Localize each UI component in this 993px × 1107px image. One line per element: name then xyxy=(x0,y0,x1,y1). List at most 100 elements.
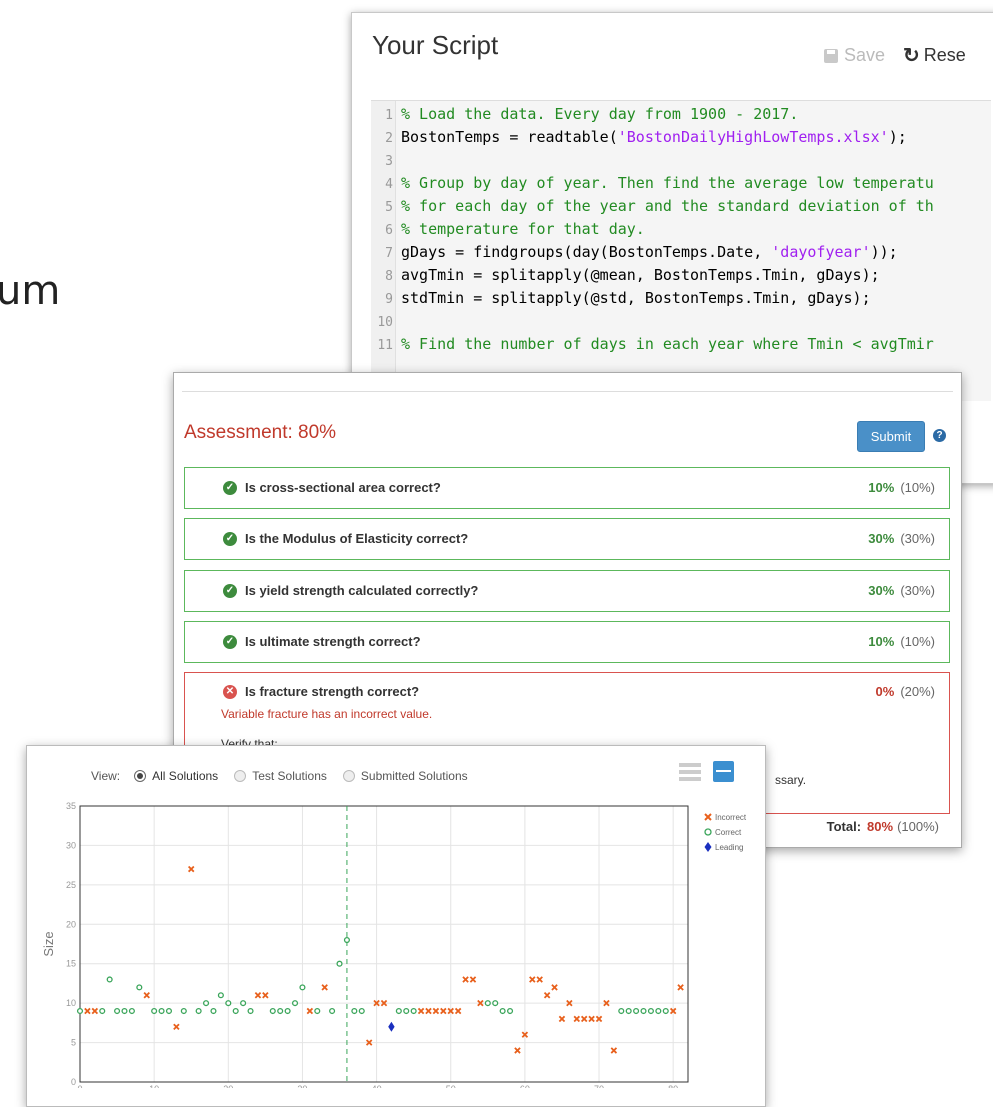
code-line[interactable]: 1 % Load the data. Every day from 1900 - … xyxy=(371,103,798,126)
incorrect-point xyxy=(588,1015,595,1023)
total-score: Total: 80% (100%) xyxy=(827,819,939,834)
correct-point xyxy=(343,937,350,944)
incorrect-point xyxy=(677,984,684,991)
code-line[interactable]: 7 gDays = findgroups(day(BostonTemps.Date… xyxy=(371,241,898,264)
y-tick-label: 30 xyxy=(66,840,76,850)
criterion-ultimate-strength: ✓ Is ultimate strength correct? 10% (10%) xyxy=(184,621,950,663)
criterion-max: (10%) xyxy=(900,634,935,649)
correct-point xyxy=(640,1007,647,1015)
correct-point xyxy=(232,1007,239,1015)
correct-point xyxy=(633,1007,640,1015)
criterion-label: Is cross-sectional area correct? xyxy=(245,480,441,495)
incorrect-point xyxy=(529,976,536,983)
incorrect-point xyxy=(543,992,551,999)
correct-point xyxy=(499,1007,506,1015)
correct-point xyxy=(284,1007,291,1015)
correct-point xyxy=(506,1007,514,1015)
code-text: % for each day of the year and the stand… xyxy=(401,197,934,215)
correct-point xyxy=(128,1007,135,1015)
y-tick-label: 5 xyxy=(71,1038,76,1048)
criterion-yield-strength: ✓ Is yield strength calculated correctly… xyxy=(184,570,950,612)
background-partial-text: um xyxy=(0,268,61,314)
code-line[interactable]: 5 % for each day of the year and the stan… xyxy=(371,195,934,218)
x-tick-label: 0 xyxy=(77,1084,82,1088)
correct-point xyxy=(165,1007,173,1015)
code-text: BostonTemps = readtable('BostonDailyHigh… xyxy=(401,128,907,146)
y-tick-label: 10 xyxy=(66,998,76,1008)
line-number: 6 xyxy=(385,223,393,238)
code-text: % Load the data. Every day from 1900 - 2… xyxy=(401,105,799,123)
criterion-score: 0% (20%) xyxy=(876,684,935,699)
incorrect-point xyxy=(469,976,477,983)
criterion-max: (30%) xyxy=(900,531,935,546)
correct-point xyxy=(492,1000,499,1007)
reset-icon: ↻ xyxy=(903,45,920,67)
legend-label: Leading xyxy=(715,843,743,852)
criterion-score: 10% (10%) xyxy=(868,634,935,649)
line-number: 3 xyxy=(385,154,393,169)
reset-button[interactable]: ↻ Rese xyxy=(903,43,966,68)
correct-point xyxy=(358,1007,365,1015)
code-editor[interactable]: 1 % Load the data. Every day from 1900 - … xyxy=(371,100,991,401)
code-line[interactable]: 6 % temperature for that day. xyxy=(371,218,645,241)
code-line[interactable]: 11 % Find the number of days in each year… xyxy=(371,333,933,356)
legend-correct-icon xyxy=(704,828,712,836)
incorrect-point xyxy=(551,984,558,991)
criterion-label: Is fracture strength correct? xyxy=(245,684,420,699)
code-line[interactable]: 3 xyxy=(371,149,401,172)
save-button[interactable]: Save xyxy=(824,45,885,66)
save-label: Save xyxy=(844,45,886,65)
criterion-pct: 30% xyxy=(868,531,895,546)
submit-button[interactable]: Submit xyxy=(857,421,925,452)
incorrect-point xyxy=(262,992,269,999)
x-tick-label: 50 xyxy=(446,1084,456,1088)
total-pct: 80% xyxy=(867,819,894,834)
correct-point xyxy=(291,1000,299,1007)
legend-label: Incorrect xyxy=(715,813,747,822)
string-literal: 'dayofyear' xyxy=(771,243,871,261)
code-line[interactable]: 10 xyxy=(371,310,401,333)
x-tick-label: 60 xyxy=(520,1084,530,1088)
incorrect-point xyxy=(91,1007,99,1015)
correct-point xyxy=(618,1007,625,1015)
code-line[interactable]: 2 BostonTemps = readtable('BostonDailyHig… xyxy=(371,126,907,149)
assessment-title: Assessment: 80% xyxy=(184,422,337,443)
code-line[interactable]: 8 avgTmin = splitapply(@mean, BostonTemps… xyxy=(371,264,880,287)
correct-point xyxy=(158,1007,165,1015)
code-line[interactable]: 9 stdTmin = splitapply(@std, BostonTemps.… xyxy=(371,287,870,310)
correct-point xyxy=(217,992,224,999)
x-tick-label: 40 xyxy=(372,1084,382,1088)
correct-point xyxy=(484,1000,491,1007)
y-tick-label: 35 xyxy=(66,801,76,811)
incorrect-point xyxy=(580,1015,588,1023)
incorrect-point xyxy=(173,1023,180,1031)
line-number: 10 xyxy=(377,315,393,330)
correct-point xyxy=(329,1007,336,1015)
criterion-max: (10%) xyxy=(900,480,935,495)
y-axis-label: Size xyxy=(41,931,56,956)
line-number: 4 xyxy=(385,177,393,192)
x-tick-label: 70 xyxy=(594,1084,604,1088)
criterion-label: Is yield strength calculated correctly? xyxy=(245,583,479,598)
question-icon[interactable]: ? xyxy=(933,429,946,442)
criterion-label: Is the Modulus of Elasticity correct? xyxy=(245,531,469,546)
correct-point xyxy=(395,1007,402,1015)
incorrect-point xyxy=(573,1015,581,1023)
incorrect-point xyxy=(432,1007,440,1015)
correct-point xyxy=(410,1007,417,1015)
x-tick-label: 10 xyxy=(149,1084,159,1088)
code-text: avgTmin = splitapply(@mean, BostonTemps.… xyxy=(401,266,880,284)
incorrect-point xyxy=(254,992,262,999)
line-number: 7 xyxy=(385,246,393,261)
correct-point xyxy=(299,984,306,991)
criterion-pct: 30% xyxy=(868,583,895,598)
leading-point xyxy=(388,1021,395,1032)
line-number: 5 xyxy=(385,200,393,215)
code-text: % temperature for that day. xyxy=(401,220,645,238)
string-literal: 'BostonDailyHighLowTemps.xlsx' xyxy=(617,128,889,146)
code-line[interactable]: 4 % Group by day of year. Then find the a… xyxy=(371,172,934,195)
incorrect-point xyxy=(417,1007,425,1015)
x-tick-label: 80 xyxy=(668,1084,678,1088)
correct-point xyxy=(121,1007,128,1015)
scatter-chart: 0102030405060708005101520253035Order of … xyxy=(41,801,747,1088)
